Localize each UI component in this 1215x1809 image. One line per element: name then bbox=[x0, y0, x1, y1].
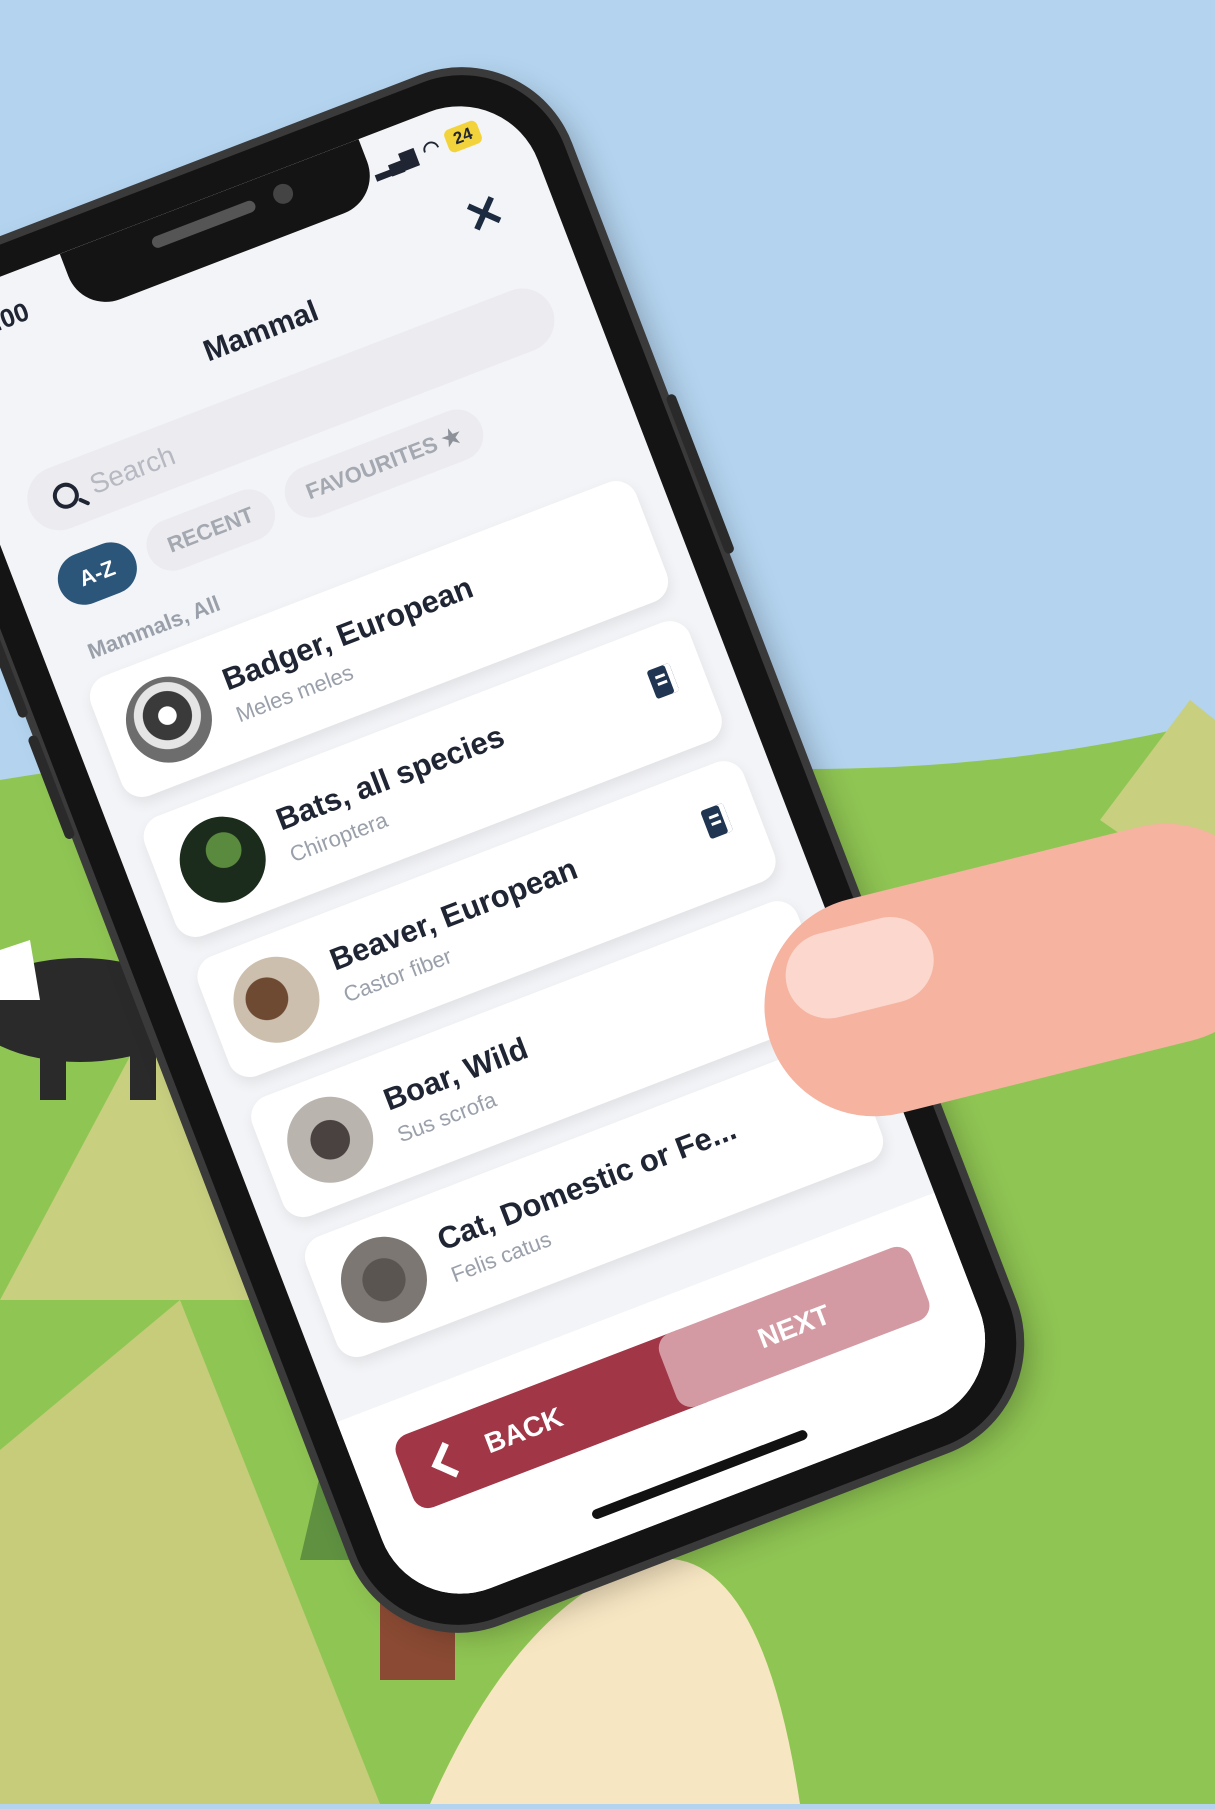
status-time: 4:00 bbox=[0, 296, 34, 343]
chevron-left-icon bbox=[431, 1441, 467, 1478]
species-avatar bbox=[274, 1084, 386, 1196]
species-avatar bbox=[328, 1224, 440, 1336]
search-icon bbox=[49, 478, 83, 513]
next-button[interactable]: NEXT bbox=[654, 1242, 935, 1412]
signal-icon: ▂▄▆ bbox=[369, 144, 420, 182]
tab-a-z[interactable]: A-Z bbox=[50, 534, 145, 613]
species-avatar bbox=[167, 804, 279, 916]
battery-icon: 24 bbox=[442, 118, 484, 154]
status-icons: ▂▄▆ ◠ 24 bbox=[369, 118, 484, 182]
star-icon: ★ bbox=[437, 421, 466, 453]
species-avatar bbox=[220, 944, 333, 1056]
species-avatar bbox=[113, 664, 225, 776]
front-camera bbox=[270, 180, 297, 207]
tab-recent[interactable]: RECENT bbox=[138, 481, 283, 579]
wifi-icon: ◠ bbox=[419, 135, 444, 163]
search-placeholder: Search bbox=[85, 439, 180, 501]
fingernail bbox=[776, 907, 943, 1028]
